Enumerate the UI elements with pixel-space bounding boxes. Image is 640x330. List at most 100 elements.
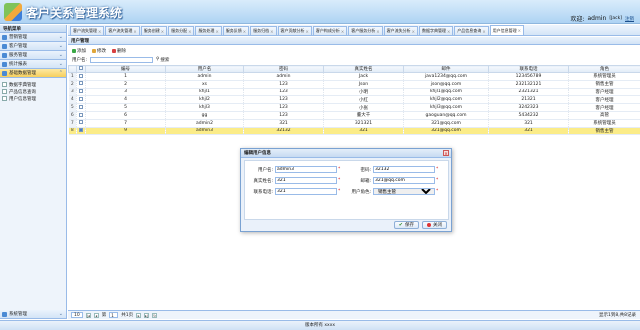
sidebar-item-service[interactable]: 服务管理 ⌄	[0, 51, 66, 60]
tab-composition[interactable]: 客户构成分析 ×	[312, 26, 348, 35]
close-icon[interactable]: ×	[161, 29, 164, 34]
table-row[interactable]: 2 2 xs 123 Json json@qq.com 232132121 销售主管	[68, 80, 640, 89]
tab-contribution[interactable]: 客户贡献分析 ×	[277, 26, 312, 35]
tab-churn-2[interactable]: 客户流失管理 ×	[105, 26, 140, 35]
last-page-icon[interactable]: ▸|	[144, 312, 150, 318]
sidebar-subitem-users[interactable]: 用户信息管理	[2, 95, 64, 102]
row-select[interactable]	[76, 103, 86, 112]
tab-dictionary[interactable]: 数据字典管理 ×	[418, 26, 454, 35]
close-icon[interactable]: ×	[270, 29, 273, 34]
close-icon[interactable]: ×	[482, 29, 485, 34]
email-field[interactable]	[373, 177, 435, 184]
cell-realname: 小明	[323, 88, 404, 97]
table-row[interactable]: 5 5 khjl3 123 小张 khjl3@qq.com 3242323 客户经理	[68, 103, 640, 112]
save-button[interactable]: ✔ 保存	[393, 221, 419, 229]
table-row[interactable]: 1 1 admin admin Jack java1234@qq.com 123456789…	[68, 72, 640, 81]
username-field[interactable]	[275, 166, 337, 173]
prev-page-icon[interactable]: ◂	[93, 312, 99, 318]
sidebar-item-basic-data[interactable]: 基础数据管理 ⌃	[0, 69, 66, 78]
page-size-select[interactable]: 10	[71, 312, 83, 318]
tab-users[interactable]: 用户信息管理 ×	[489, 25, 525, 35]
table-row[interactable]: 7 7 admin2 321 321321 321@qq.com 321 系统管理员	[68, 119, 640, 128]
row-select[interactable]	[76, 88, 86, 97]
logout-link[interactable]: 注销	[625, 16, 634, 22]
col-id[interactable]: 编号	[85, 65, 166, 73]
table-row[interactable]: 4 4 khjl2 123 小红 khjl2@qq.com 21321 客户经理	[68, 95, 640, 105]
tab-service-handle[interactable]: 服务处理 ×	[195, 26, 222, 35]
close-icon[interactable]: ×	[412, 29, 415, 34]
row-checkbox[interactable]	[79, 81, 83, 86]
folder-icon	[2, 70, 7, 76]
edit-button[interactable]: 修改	[92, 48, 106, 54]
tab-service-archive[interactable]: 服务归档 ×	[250, 26, 277, 35]
close-icon[interactable]: ×	[518, 28, 521, 33]
table-row[interactable]: 8 9 admin3 32132 321 321@qq.com 321 销售主管	[68, 127, 640, 136]
row-checkbox[interactable]	[79, 120, 83, 125]
tab-churn-analysis[interactable]: 客户流失分析 ×	[383, 26, 418, 35]
phone-field[interactable]	[275, 188, 337, 195]
select-all-checkbox[interactable]	[79, 66, 83, 71]
tab-churn-1[interactable]: 客户流失管理 ×	[70, 26, 105, 35]
col-select[interactable]	[76, 65, 86, 73]
close-icon[interactable]: ×	[215, 29, 218, 34]
close-icon[interactable]: ×	[243, 29, 246, 34]
tab-service-create[interactable]: 服务创建 ×	[140, 26, 168, 35]
next-page-icon[interactable]: ▸	[136, 312, 142, 318]
delete-button[interactable]: 删除	[112, 48, 126, 54]
tab-service-assign[interactable]: 服务分配 ×	[168, 26, 195, 35]
search-button[interactable]: ⚲ 搜索	[156, 57, 169, 63]
edit-user-dialog: 编辑用户信息× 用户名: * 密码: * 真实姓名: * 邮箱: * 联系电话:…	[240, 148, 452, 232]
table-row[interactable]: 6 6 gg 123 董大千 gaoguan@qq.com 5434232 高管	[68, 111, 640, 120]
cell-phone: 21321	[488, 95, 569, 105]
row-checkbox[interactable]	[79, 128, 83, 133]
close-icon[interactable]: ×	[306, 29, 309, 34]
search-input[interactable]	[90, 56, 154, 63]
row-checkbox[interactable]	[79, 104, 83, 109]
col-role[interactable]: 角色	[568, 65, 640, 73]
col-username[interactable]: 用户名	[165, 65, 244, 73]
page-number-input[interactable]: 1	[109, 312, 119, 318]
row-select[interactable]	[76, 111, 86, 120]
col-realname[interactable]: 真实姓名	[323, 65, 404, 73]
close-icon[interactable]: ×	[443, 150, 449, 156]
sidebar-item-marketing[interactable]: 营销管理 ⌄	[0, 33, 66, 42]
role-select[interactable]: 销售主管	[373, 188, 435, 195]
row-checkbox[interactable]	[79, 97, 83, 102]
first-page-icon[interactable]: |◂	[85, 312, 91, 318]
username-label: 用户名:	[257, 167, 273, 173]
close-icon[interactable]: ×	[98, 29, 101, 34]
add-button[interactable]: 添加	[72, 48, 86, 54]
cell-email: khjl1@qq.com	[403, 88, 489, 97]
table-row[interactable]: 3 3 khjl1 123 小明 khjl1@qq.com 2321321 客户经理	[68, 88, 640, 97]
col-phone[interactable]: 联系电话	[488, 65, 569, 73]
sidebar-item-reports[interactable]: 统计报表 ⌄	[0, 60, 66, 69]
row-select[interactable]	[76, 80, 86, 89]
close-icon[interactable]: ×	[133, 29, 136, 34]
close-icon[interactable]: ×	[188, 29, 191, 34]
sidebar-subitem-products[interactable]: 产品信息查询	[2, 88, 64, 95]
realname-field[interactable]	[275, 177, 337, 184]
close-icon[interactable]: ×	[447, 29, 450, 34]
sidebar-item-system[interactable]: 系统管理 ⌄	[0, 310, 66, 319]
refresh-icon[interactable]: ↻	[152, 312, 158, 318]
close-icon[interactable]: ×	[376, 29, 379, 34]
tab-service-analysis[interactable]: 客户服务分析 ×	[348, 26, 383, 35]
cancel-button[interactable]: 关闭	[422, 221, 447, 229]
sidebar-item-customers[interactable]: 客户管理 ⌄	[0, 42, 66, 51]
row-select[interactable]	[76, 119, 86, 128]
col-password[interactable]: 密码	[243, 65, 324, 73]
row-checkbox[interactable]	[79, 89, 83, 94]
tab-products[interactable]: 产品信息查询 ×	[454, 26, 489, 35]
cell-password: 123	[243, 111, 324, 120]
page-count: 共1页	[121, 313, 134, 318]
row-select[interactable]	[76, 95, 86, 105]
row-select[interactable]	[76, 127, 86, 136]
tab-service-feedback[interactable]: 服务反馈 ×	[222, 26, 250, 35]
row-checkbox[interactable]	[79, 73, 83, 78]
sidebar-subitem-dictionary[interactable]: 数据字典管理	[2, 81, 64, 88]
col-email[interactable]: 邮件	[403, 65, 489, 73]
row-select[interactable]	[76, 72, 86, 81]
close-icon[interactable]: ×	[341, 29, 344, 34]
password-field[interactable]	[373, 166, 435, 173]
row-checkbox[interactable]	[79, 112, 83, 117]
